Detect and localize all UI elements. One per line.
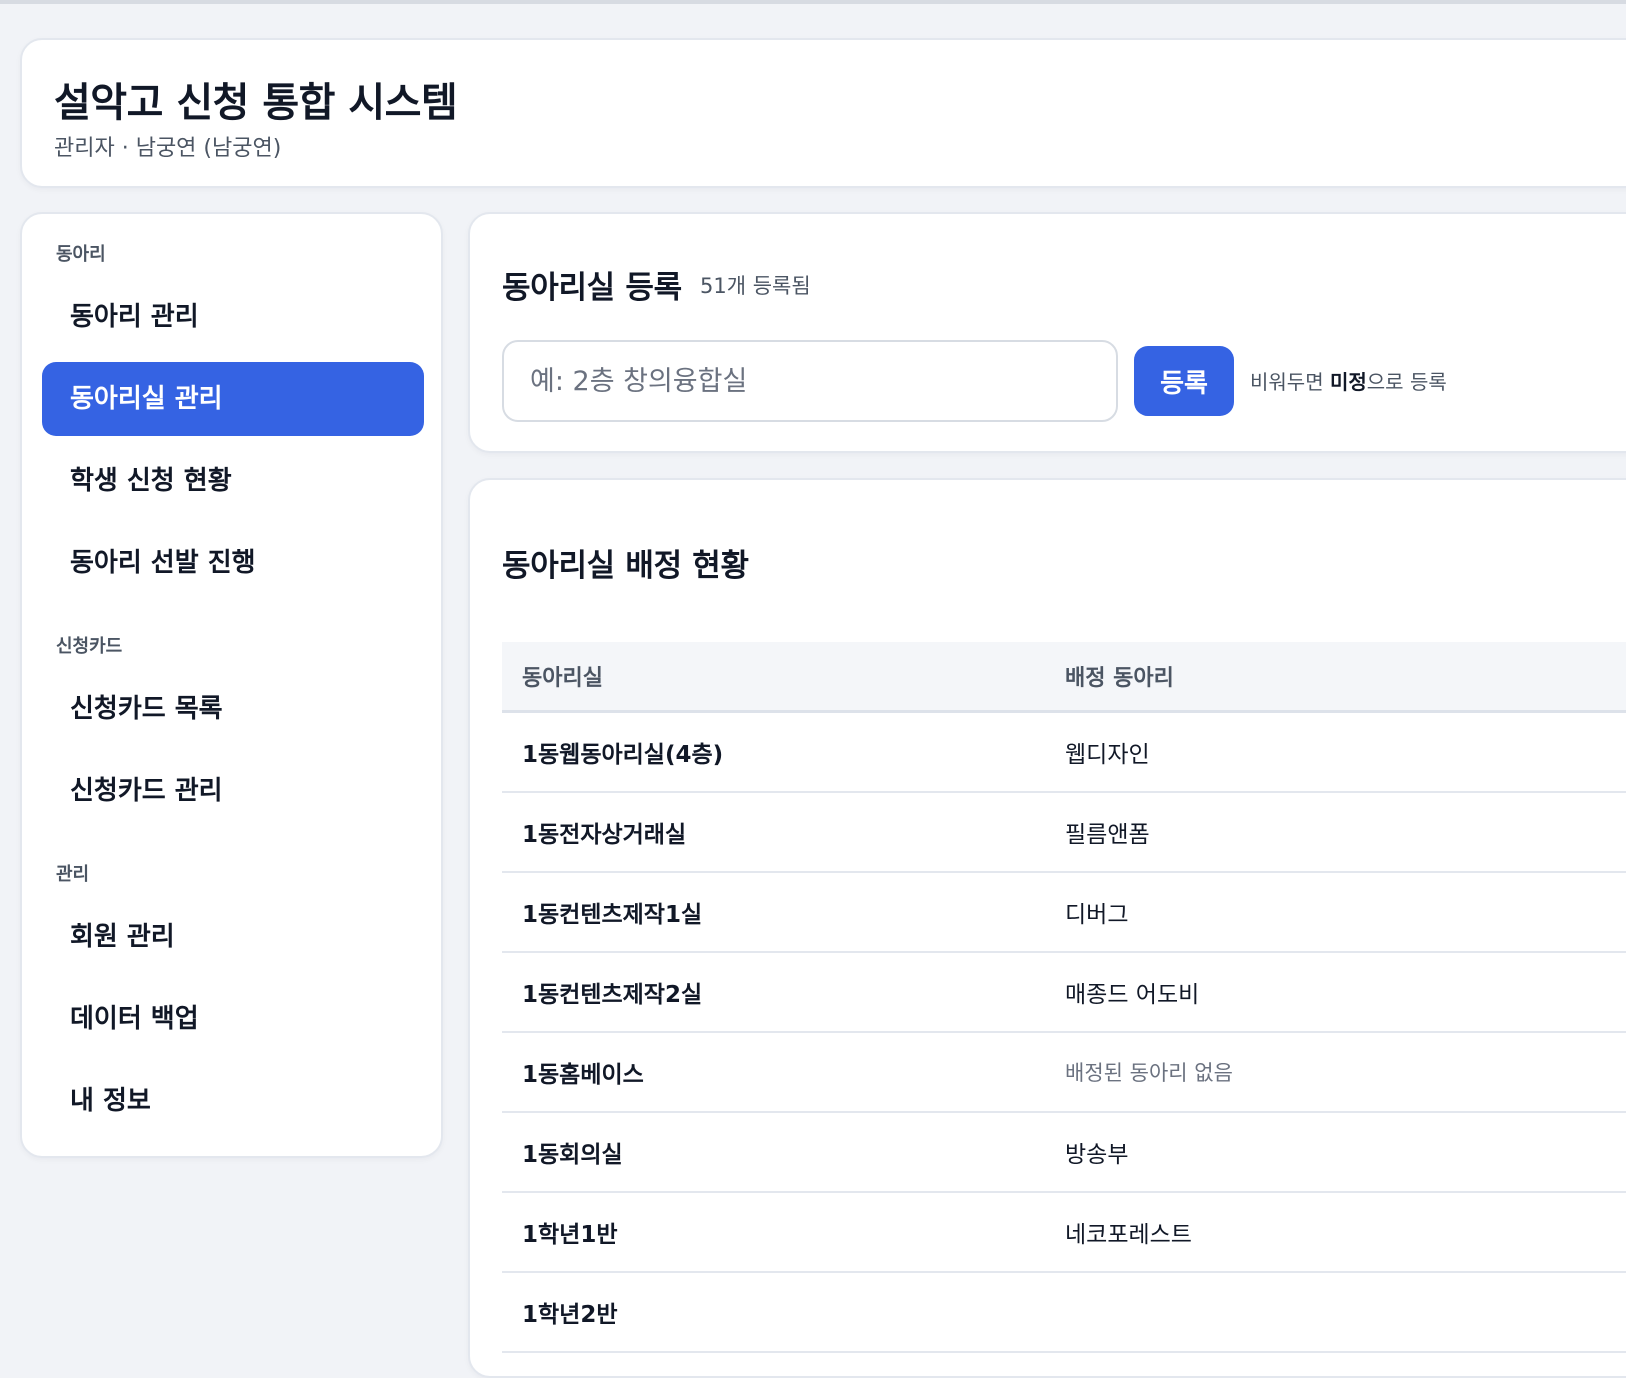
sidebar-nav: 동아리 동아리 관리 동아리실 관리 학생 신청 현황 동아리 선발 진행 신청… bbox=[20, 212, 443, 1158]
sidebar-item-my-info[interactable]: 내 정보 bbox=[42, 1064, 424, 1138]
cell-assigned-club: 네코포레스트 bbox=[1045, 1192, 1626, 1273]
table-header-row: 동아리실 배정 동아리 bbox=[502, 642, 1626, 713]
table-row: 1동컨텐츠제작2실 매종드 어도비 bbox=[502, 952, 1626, 1033]
cell-clubroom: 1학년2반 bbox=[502, 1272, 1045, 1353]
sidebar-item-data-backup[interactable]: 데이터 백업 bbox=[42, 982, 424, 1056]
sidebar-item-club-selection[interactable]: 동아리 선발 진행 bbox=[42, 526, 424, 600]
table-row: 1동전자상거래실 필름앤폼 bbox=[502, 792, 1626, 873]
sidebar-item-clubroom-management[interactable]: 동아리실 관리 bbox=[42, 362, 424, 436]
table-row: 1학년1반 네코포레스트 bbox=[502, 1192, 1626, 1273]
clubroom-assignment-panel: 동아리실 배정 현황 동아리실 배정 동아리 1동웹동아리실(4층) 웹디자인 … bbox=[468, 478, 1626, 1378]
cell-clubroom: 1동홈베이스 bbox=[502, 1032, 1045, 1113]
register-hint: 비워두면 미정으로 등록 bbox=[1250, 366, 1447, 395]
nav-section-application-card: 신청카드 bbox=[56, 636, 123, 657]
user-info: 관리자 · 남궁연 (남궁연) bbox=[54, 136, 282, 161]
hint-text-after: 으로 등록 bbox=[1366, 370, 1447, 394]
cell-clubroom: 1동전자상거래실 bbox=[502, 792, 1045, 873]
table-row: 1동컨텐츠제작1실 디버그 bbox=[502, 872, 1626, 953]
registered-count: 51개 등록됨 bbox=[700, 274, 811, 298]
hint-undecided-keyword: 미정 bbox=[1329, 370, 1367, 394]
clubroom-name-input[interactable] bbox=[502, 340, 1118, 422]
column-header-clubroom: 동아리실 bbox=[502, 642, 1045, 713]
cell-assigned-club: 필름앤폼 bbox=[1045, 792, 1626, 873]
cell-assigned-club: 매종드 어도비 bbox=[1045, 952, 1626, 1033]
cell-clubroom: 1동컨텐츠제작1실 bbox=[502, 872, 1045, 953]
table-row: 1동웹동아리실(4층) 웹디자인 bbox=[502, 711, 1626, 793]
assignment-table: 동아리실 배정 동아리 1동웹동아리실(4층) 웹디자인 1동전자상거래실 필름… bbox=[502, 642, 1626, 1353]
register-button[interactable]: 등록 bbox=[1134, 346, 1234, 416]
cell-assigned-club: 디버그 bbox=[1045, 872, 1626, 953]
cell-assigned-club bbox=[1045, 1272, 1626, 1353]
sidebar-item-club-management[interactable]: 동아리 관리 bbox=[42, 280, 424, 354]
sidebar-item-student-applications[interactable]: 학생 신청 현황 bbox=[42, 444, 424, 518]
app-title: 설악고 신청 통합 시스템 bbox=[54, 80, 458, 126]
nav-section-club: 동아리 bbox=[56, 244, 106, 265]
cell-no-club-assigned: 배정된 동아리 없음 bbox=[1045, 1032, 1626, 1113]
sidebar-item-member-management[interactable]: 회원 관리 bbox=[42, 900, 424, 974]
register-title: 동아리실 등록 bbox=[502, 270, 682, 306]
cell-clubroom: 1동회의실 bbox=[502, 1112, 1045, 1193]
nav-section-admin: 관리 bbox=[56, 864, 90, 885]
assignment-title: 동아리실 배정 현황 bbox=[502, 548, 749, 584]
table-row: 1동홈베이스 배정된 동아리 없음 bbox=[502, 1032, 1626, 1113]
assignment-table-wrapper: 동아리실 배정 동아리 1동웹동아리실(4층) 웹디자인 1동전자상거래실 필름… bbox=[502, 642, 1626, 1353]
table-row: 1학년2반 bbox=[502, 1272, 1626, 1353]
cell-assigned-club: 방송부 bbox=[1045, 1112, 1626, 1193]
cell-assigned-club: 웹디자인 bbox=[1045, 711, 1626, 793]
table-row: 1동회의실 방송부 bbox=[502, 1112, 1626, 1193]
app-header: 설악고 신청 통합 시스템 관리자 · 남궁연 (남궁연) bbox=[20, 38, 1626, 188]
window-top-border bbox=[0, 0, 1626, 4]
column-header-assigned-club: 배정 동아리 bbox=[1045, 642, 1626, 713]
cell-clubroom: 1동컨텐츠제작2실 bbox=[502, 952, 1045, 1033]
clubroom-register-panel: 동아리실 등록 51개 등록됨 등록 비워두면 미정으로 등록 bbox=[468, 212, 1626, 453]
sidebar-item-card-management[interactable]: 신청카드 관리 bbox=[42, 754, 424, 828]
sidebar-item-card-list[interactable]: 신청카드 목록 bbox=[42, 672, 424, 746]
hint-text-before: 비워두면 bbox=[1250, 370, 1330, 394]
cell-clubroom: 1동웹동아리실(4층) bbox=[502, 711, 1045, 793]
cell-clubroom: 1학년1반 bbox=[502, 1192, 1045, 1273]
